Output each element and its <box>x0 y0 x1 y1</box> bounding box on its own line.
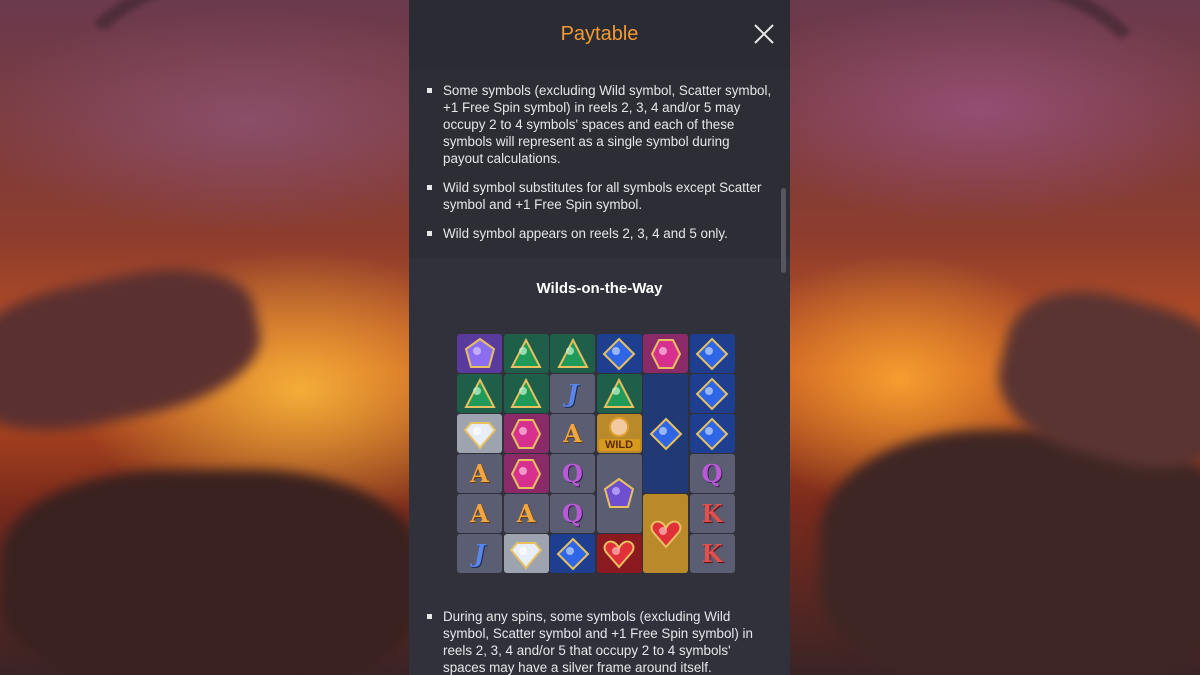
gem-icon <box>602 337 636 370</box>
symbol-letter: A <box>470 459 489 488</box>
rules-list: During any spins, some symbols (excludin… <box>427 608 774 675</box>
gem-icon <box>510 377 542 408</box>
symbol-green-gem <box>550 334 595 373</box>
gem-icon <box>510 337 542 368</box>
symbol-letter: A <box>563 419 582 448</box>
symbol-pink-gem <box>503 454 549 493</box>
symbol-letter: Q <box>701 459 723 488</box>
symbol-q: Q <box>550 454 595 493</box>
symbol-k: K <box>689 494 735 533</box>
symbol-letter: Q <box>562 459 583 488</box>
symbol-pink-gem <box>503 414 549 453</box>
rule-item: During any spins, some symbols (excludin… <box>427 608 774 675</box>
gem-icon <box>695 377 729 410</box>
gem-icon <box>649 417 682 450</box>
gem-icon <box>603 377 635 408</box>
symbol-diamond <box>457 414 502 453</box>
heart-gem-icon <box>650 520 681 549</box>
symbol-blue-gem <box>689 414 735 453</box>
symbol-purple-gem-tall <box>596 454 642 533</box>
symbol-heart-tall <box>643 494 688 573</box>
symbol-pink-gem <box>643 334 688 373</box>
gem-icon <box>603 477 635 508</box>
symbol-j: J <box>457 534 502 573</box>
panel-header: Paytable <box>409 0 790 68</box>
symbol-q: Q <box>550 494 595 533</box>
background-rock <box>0 250 272 450</box>
rule-item: Wild symbol appears on reels 2, 3, 4 and… <box>427 225 772 242</box>
scrollbar-thumb[interactable] <box>781 188 786 273</box>
paytable-panel: Paytable Some symbols (excluding Wild sy… <box>409 0 790 675</box>
symbol-green-gem <box>596 374 642 413</box>
symbol-j: J <box>550 374 595 413</box>
paytable-content[interactable]: Some symbols (excluding Wild symbol, Sca… <box>409 68 790 675</box>
symbol-letter: A <box>516 499 536 528</box>
background-rock <box>0 470 420 675</box>
symbol-grid-illustration: J A WILD A Q Q A A Q K J K <box>457 334 741 578</box>
symbol-green-gem <box>457 374 502 413</box>
gem-icon <box>695 417 729 450</box>
symbol-letter: K <box>701 539 723 568</box>
diamond-icon <box>463 421 496 450</box>
symbol-heart <box>596 534 642 573</box>
rules-list: Some symbols (excluding Wild symbol, Sca… <box>427 82 772 242</box>
wild-character-icon <box>608 417 629 437</box>
diamond-icon <box>509 541 543 570</box>
background-chain <box>46 0 454 206</box>
wild-label: WILD <box>598 439 640 451</box>
symbol-green-gem <box>503 374 549 413</box>
symbol-a: A <box>550 414 595 453</box>
rules-block: Some symbols (excluding Wild symbol, Sca… <box>409 68 790 258</box>
symbol-purple-gem <box>457 334 502 373</box>
heart-gem-icon <box>603 540 635 569</box>
symbol-a: A <box>457 494 502 533</box>
symbol-letter: K <box>701 499 723 528</box>
symbol-a: A <box>457 454 502 493</box>
gem-icon <box>510 418 542 449</box>
panel-title: Paytable <box>560 22 639 45</box>
symbol-blue-gem <box>689 334 735 373</box>
symbol-blue-gem <box>550 534 595 573</box>
rule-item: Wild symbol substitutes for all symbols … <box>427 179 772 213</box>
gem-icon <box>510 458 542 489</box>
gem-icon <box>556 537 589 570</box>
symbol-letter: Q <box>562 499 583 528</box>
symbol-blue-gem <box>596 334 642 373</box>
background-chain <box>805 0 1175 199</box>
symbol-letter: J <box>473 539 486 568</box>
symbol-letter: A <box>470 499 489 528</box>
symbol-q: Q <box>689 454 735 493</box>
bottom-rules: During any spins, some symbols (excludin… <box>427 608 774 675</box>
symbol-blue-gem-tall <box>643 374 688 493</box>
symbol-letter: J <box>566 379 579 408</box>
gem-icon <box>464 337 495 368</box>
symbol-blue-gem <box>689 374 735 413</box>
symbol-wild: WILD <box>596 414 642 453</box>
gem-icon <box>695 337 729 370</box>
symbol-a: A <box>503 494 549 533</box>
symbol-green-gem <box>503 334 549 373</box>
symbol-k: K <box>689 534 735 573</box>
gem-icon <box>650 338 681 369</box>
gem-icon <box>556 337 589 368</box>
section-title: Wilds-on-the-Way <box>536 280 663 297</box>
gem-icon <box>463 377 496 408</box>
close-icon <box>754 24 774 44</box>
rule-item: Some symbols (excluding Wild symbol, Sca… <box>427 82 772 167</box>
symbol-diamond <box>503 534 549 573</box>
close-button[interactable] <box>752 22 776 46</box>
